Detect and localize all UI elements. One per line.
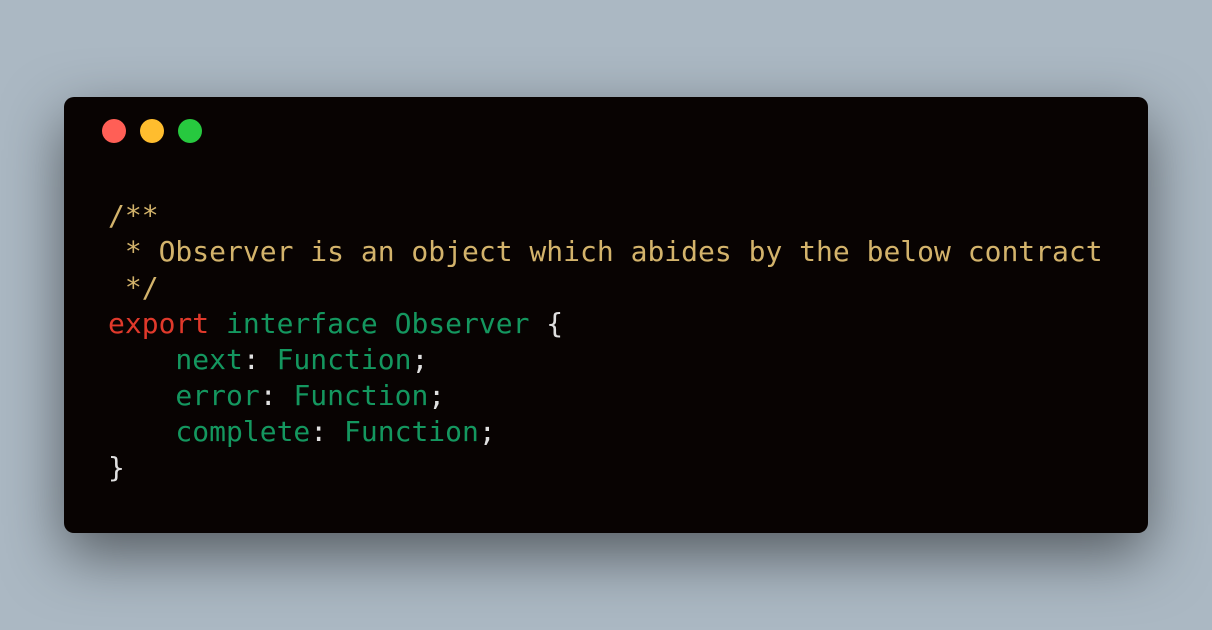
code-token-punctuation: [378, 307, 395, 340]
code-block: /** * Observer is an object which abides…: [108, 198, 1103, 486]
code-line: complete: Function;: [108, 414, 1103, 450]
code-token-punctuation: :: [259, 379, 294, 412]
code-token-comment: */: [108, 271, 159, 304]
window-controls: [102, 119, 202, 143]
code-token-punctuation: [209, 307, 226, 340]
code-line: next: Function;: [108, 342, 1103, 378]
code-token-identifier: Function: [293, 379, 429, 412]
code-token-keyword: export: [108, 307, 210, 340]
code-line: /**: [108, 198, 1103, 234]
code-token-punctuation: ;: [428, 379, 446, 412]
close-button[interactable]: [102, 119, 126, 143]
code-window: /** * Observer is an object which abides…: [64, 97, 1148, 533]
code-line: * Observer is an object which abides by …: [108, 234, 1103, 270]
code-token-punctuation: ;: [478, 415, 496, 448]
code-token-punctuation: }: [108, 451, 125, 484]
code-line: export interface Observer {: [108, 306, 1103, 342]
code-line: error: Function;: [108, 378, 1103, 414]
code-token-identifier: error: [108, 379, 260, 412]
code-token-identifier: Function: [344, 415, 479, 448]
code-token-identifier: complete: [108, 415, 311, 448]
code-token-identifier: next: [108, 343, 243, 376]
code-token-punctuation: ;: [411, 343, 429, 376]
code-token-identifier: Function: [276, 343, 412, 376]
code-token-identifier: Observer: [394, 307, 530, 340]
code-token-punctuation: {: [529, 307, 564, 340]
code-token-comment: * Observer is an object which abides by …: [108, 235, 1103, 268]
code-token-punctuation: :: [310, 415, 345, 448]
maximize-button[interactable]: [178, 119, 202, 143]
code-token-comment: /**: [108, 199, 159, 232]
code-token-identifier: interface: [226, 307, 378, 340]
code-line: */: [108, 270, 1103, 306]
minimize-button[interactable]: [140, 119, 164, 143]
code-token-punctuation: :: [242, 343, 277, 376]
code-line: }: [108, 450, 1103, 486]
